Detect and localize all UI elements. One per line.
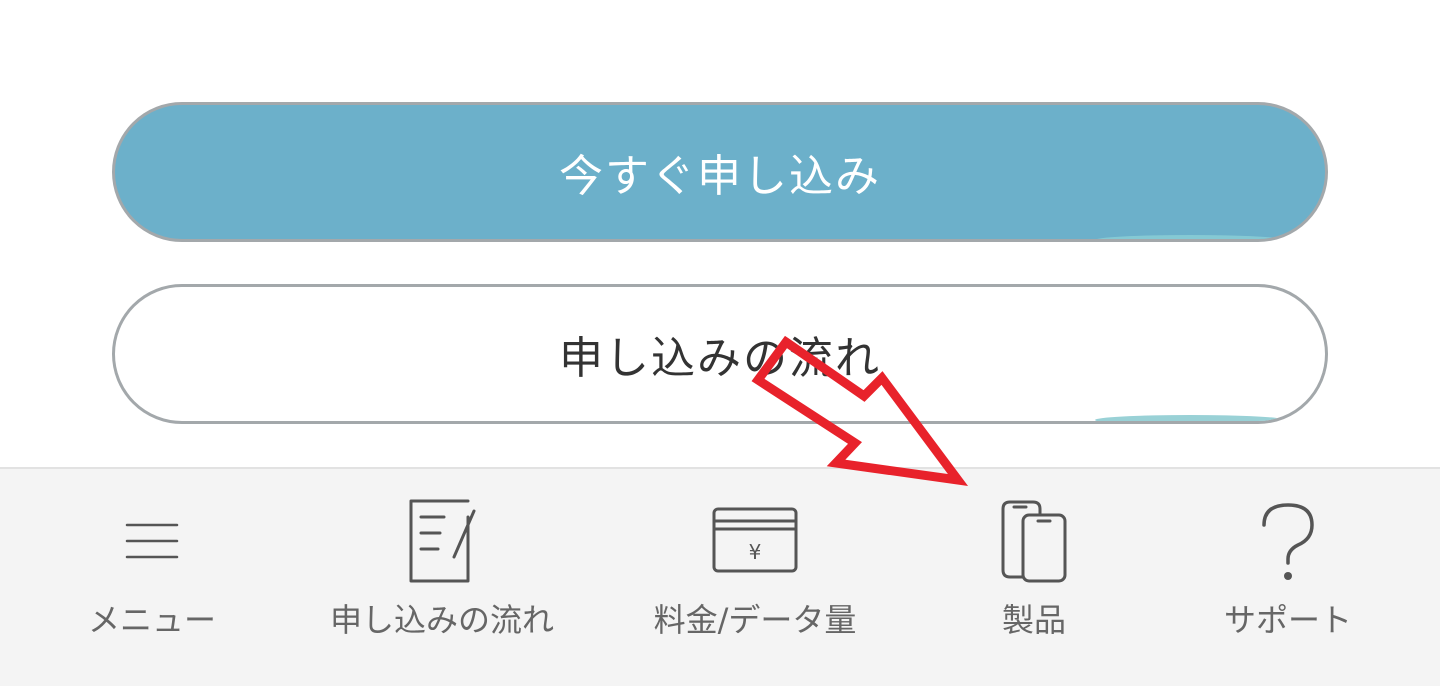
nav-item-support[interactable]: サポート <box>1188 469 1388 688</box>
yen-card-icon: ¥ <box>712 507 798 573</box>
document-edit-icon <box>409 499 476 583</box>
nav-item-menu[interactable]: メニュー <box>52 469 252 688</box>
application-flow-button[interactable]: 申し込みの流れ <box>112 284 1328 424</box>
nav-item-pricing-data[interactable]: ¥ 料金/データ量 <box>630 469 880 688</box>
svg-text:¥: ¥ <box>749 540 762 564</box>
hamburger-menu-icon <box>125 523 179 559</box>
question-mark-icon <box>1262 503 1314 580</box>
nav-item-products[interactable]: 製品 <box>934 469 1134 688</box>
apply-now-label: 今すぐ申し込み <box>559 151 881 202</box>
nav-label-application-flow: 申し込みの流れ <box>329 601 554 639</box>
button-wave-decoration <box>1095 415 1285 421</box>
smartphones-icon <box>1001 500 1067 583</box>
nav-label-pricing-data: 料金/データ量 <box>653 601 857 639</box>
application-flow-label: 申し込みの流れ <box>559 333 881 384</box>
nav-label-support: サポート <box>1223 601 1352 639</box>
button-wave-decoration <box>1095 235 1285 239</box>
bottom-navigation-bar: メニュー 申し込みの流れ ¥ 料金/データ量 製品 サポート <box>0 467 1440 686</box>
nav-label-products: 製品 <box>1001 601 1066 639</box>
nav-item-application-flow[interactable]: 申し込みの流れ <box>302 469 582 688</box>
nav-label-menu: メニュー <box>87 601 216 639</box>
apply-now-button[interactable]: 今すぐ申し込み <box>112 102 1328 242</box>
